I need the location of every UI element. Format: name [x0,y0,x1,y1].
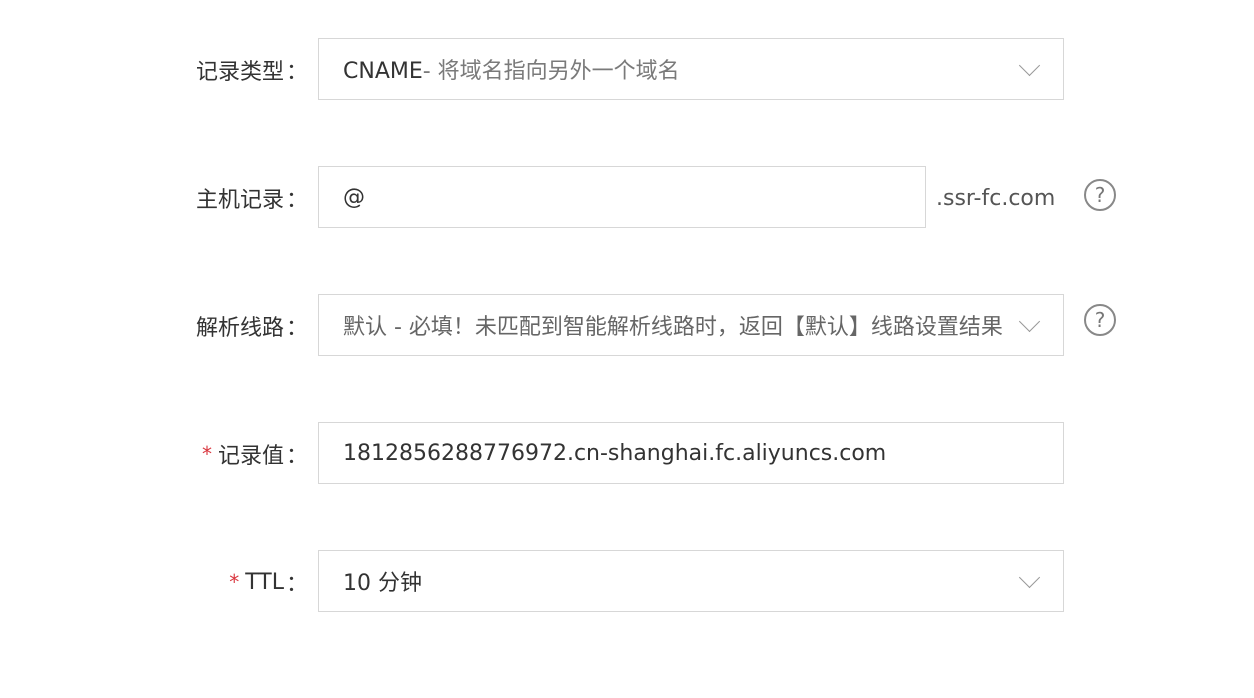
required-mark: * [201,442,212,466]
colon: ： [285,316,308,341]
ttl-select[interactable]: 10 分钟 [318,550,1064,612]
resolution-line-value: 默认 - 必填！未匹配到智能解析线路时，返回【默认】线路设置结果 [343,315,1003,340]
chevron-down-icon [1018,54,1041,77]
help-icon[interactable]: ? [1084,304,1116,336]
domain-suffix: .ssr-fc.com [936,185,1056,211]
record-type-label-text: 记录类型 [195,60,284,85]
colon: ： [285,188,308,213]
ttl-value: 10 分钟 [343,571,422,596]
record-type-value: CNAME- 将域名指向另外一个域名 [343,53,680,85]
record-value-row: * 记录值： 1812856288776972.cn-shanghai.fc.al… [0,422,1254,486]
record-type-select[interactable]: CNAME- 将域名指向另外一个域名 [318,38,1064,100]
record-type-label: 记录类型： [196,38,308,102]
colon: ： [285,572,308,597]
resolution-line-label: 解析线路： [196,294,308,358]
chevron-down-icon [1018,310,1041,333]
host-record-label: 主机记录： [196,166,308,230]
host-record-label-text: 主机记录 [195,188,284,213]
host-record-value: @ [343,184,365,210]
record-type-code: CNAME [343,59,423,84]
colon: ： [285,60,308,85]
record-type-desc: - 将域名指向另外一个域名 [422,59,680,84]
ttl-label-text: TTL [245,569,284,595]
record-value-label: * 记录值： [202,422,308,486]
record-value-value: 1812856288776972.cn-shanghai.fc.aliyuncs… [343,440,887,466]
colon: ： [285,444,308,469]
resolution-line-label-text: 解析线路 [195,316,284,341]
ttl-row: * TTL： 10 分钟 [0,550,1254,614]
resolution-line-select[interactable]: 默认 - 必填！未匹配到智能解析线路时，返回【默认】线路设置结果 [318,294,1064,356]
record-value-label-text: 记录值 [217,444,284,469]
host-record-row: 主机记录： @ .ssr-fc.com ? [0,166,1254,230]
chevron-down-icon [1018,566,1041,589]
record-value-input[interactable]: 1812856288776972.cn-shanghai.fc.aliyuncs… [318,422,1064,484]
host-record-input[interactable]: @ [318,166,926,228]
resolution-line-row: 解析线路： 默认 - 必填！未匹配到智能解析线路时，返回【默认】线路设置结果 ? [0,294,1254,358]
ttl-label: * TTL： [229,550,308,614]
required-mark: * [229,570,240,594]
record-type-row: 记录类型： CNAME- 将域名指向另外一个域名 [0,38,1254,102]
help-icon[interactable]: ? [1084,179,1116,211]
